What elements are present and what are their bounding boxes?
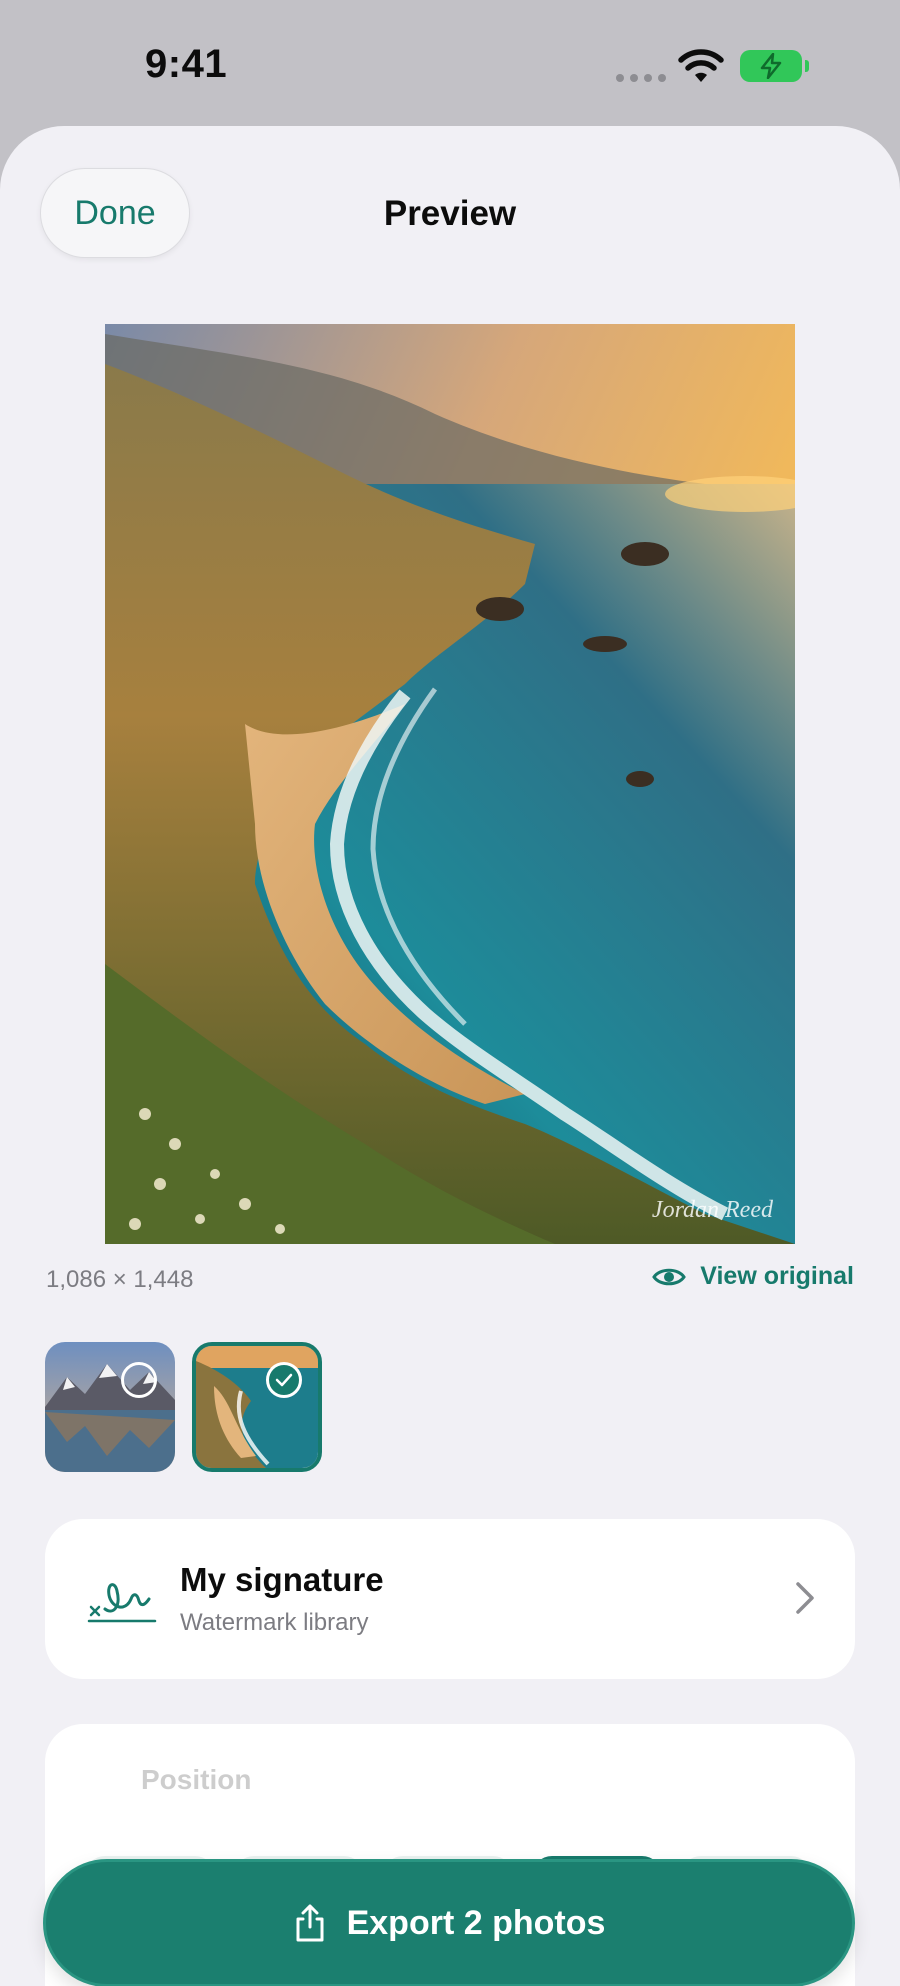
- export-button[interactable]: Export 2 photos: [43, 1859, 855, 1986]
- chevron-right-icon: [796, 1582, 814, 1614]
- share-icon: [296, 1904, 324, 1942]
- signature-row[interactable]: My signature Watermark library: [45, 1519, 855, 1679]
- thumbnail-coastline[interactable]: [192, 1342, 322, 1472]
- thumbnail-mountain-lake[interactable]: [45, 1342, 175, 1472]
- view-original-label: View original: [700, 1262, 854, 1290]
- signature-subtitle: Watermark library: [180, 1609, 369, 1636]
- position-label: Position: [141, 1764, 252, 1795]
- signature-icon: [87, 1583, 157, 1623]
- cellular-signal-icon: [616, 74, 666, 82]
- status-bar: 9:41: [0, 0, 900, 120]
- eye-icon: [652, 1268, 687, 1285]
- signature-title: My signature: [180, 1561, 384, 1598]
- unselected-radio-icon: [121, 1362, 157, 1398]
- watermark-signature: Jordan Reed: [651, 1197, 773, 1223]
- export-label: Export 2 photos: [346, 1903, 606, 1942]
- selected-check-icon: [266, 1362, 302, 1398]
- wifi-icon: [678, 49, 724, 82]
- battery-charging-icon: [740, 50, 809, 82]
- status-time: 9:41: [145, 42, 228, 86]
- view-original-button[interactable]: View original: [652, 1262, 854, 1291]
- preview-sheet: Done Preview Jordan Reed 1,086 × 1,448 V…: [0, 126, 900, 1986]
- page-title: Preview: [383, 194, 517, 233]
- preview-photo: Jordan Reed: [105, 324, 795, 1244]
- image-dimensions: 1,086 × 1,448: [46, 1266, 194, 1293]
